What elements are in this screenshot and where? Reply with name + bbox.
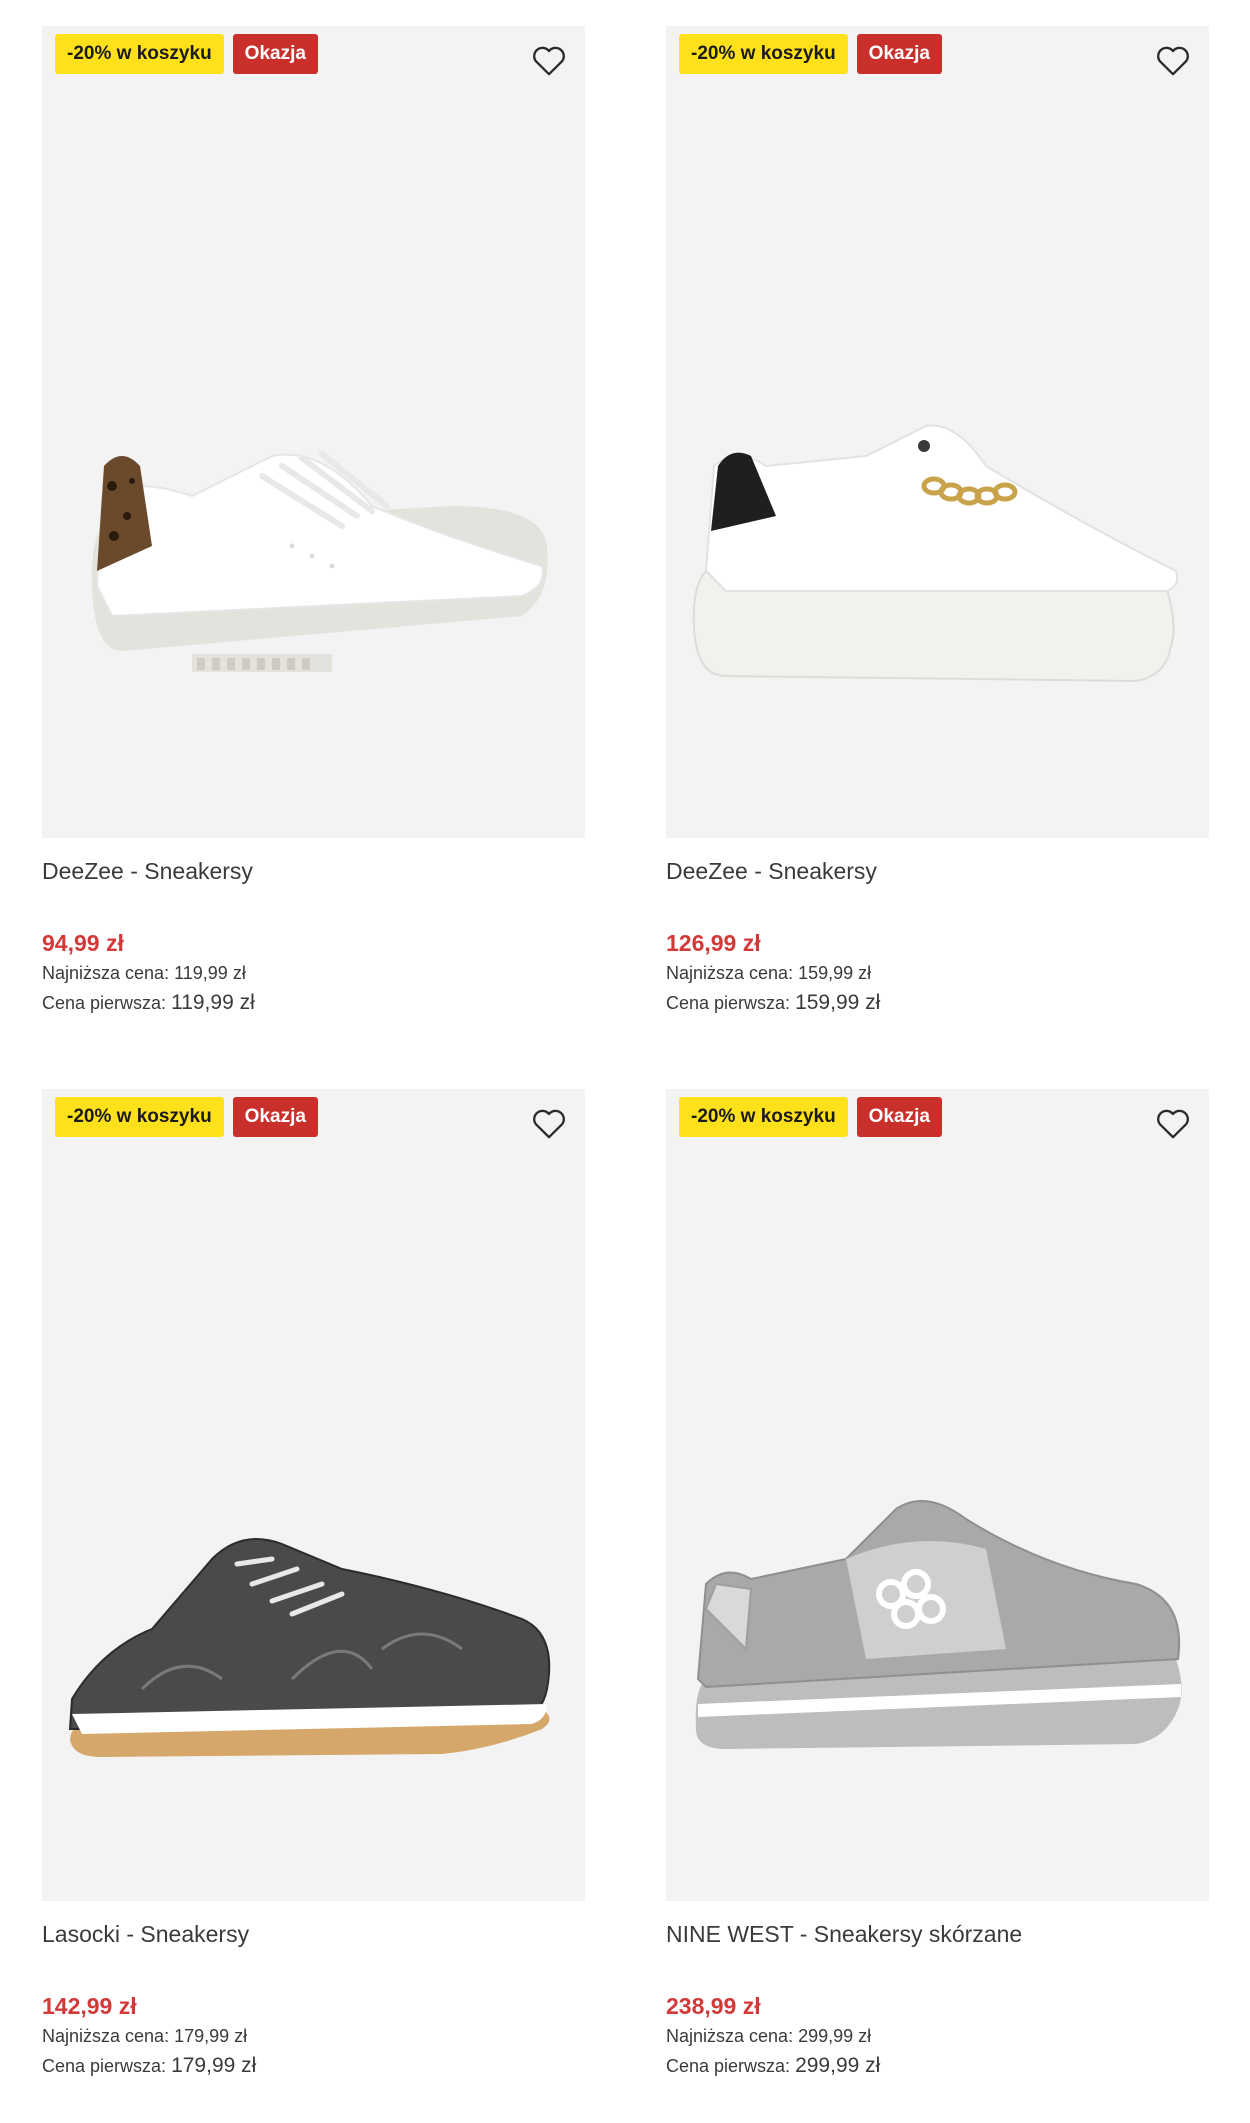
product-image[interactable]: -20% w koszyku Okazja (666, 1089, 1209, 1901)
heart-outline-icon[interactable] (529, 40, 569, 80)
lowest-price-row: Najniższa cena: 299,99 zł (666, 2021, 1209, 2051)
deal-badge: Okazja (856, 1097, 942, 1137)
product-image[interactable]: -20% w koszyku Okazja (42, 1089, 585, 1901)
product-name[interactable]: Lasocki - Sneakersy (42, 1919, 585, 1949)
heart-outline-icon[interactable] (1153, 40, 1193, 80)
product-name[interactable]: NINE WEST - Sneakersy skórzane (666, 1919, 1209, 1949)
first-price-row: Cena pierwsza: 159,99 zł (666, 988, 1209, 1018)
product-price: 238,99 zł (666, 1993, 761, 2019)
product-card[interactable]: -20% w koszyku Okazja NINE WEST - Sneake… (666, 1089, 1209, 2081)
promo-badge: -20% w koszyku (55, 34, 224, 74)
lowest-price-row: Najniższa cena: 119,99 zł (42, 958, 585, 988)
lowest-price-label: Najniższa cena: (42, 2026, 170, 2046)
product-card[interactable]: -20% w koszyku Okazja DeeZee - Sneakersy… (666, 26, 1209, 1018)
lowest-price-label: Najniższa cena: (42, 963, 170, 983)
white-platform-sneaker-chain-image (692, 424, 1179, 683)
lowest-price-value: 119,99 zł (174, 963, 246, 983)
promo-badge: -20% w koszyku (679, 1097, 848, 1137)
first-price-label: Cena pierwsza: (42, 993, 167, 1013)
product-name[interactable]: DeeZee - Sneakersy (666, 856, 1209, 886)
white-platform-sneaker-leopard-image (91, 451, 548, 672)
product-price: 142,99 zł (42, 1993, 137, 2019)
lowest-price-label: Najniższa cena: (666, 2026, 794, 2046)
deal-badge: Okazja (232, 1097, 318, 1137)
product-grid: -20% w koszyku Okazja DeeZee - Sneakersy… (0, 0, 1250, 2123)
promo-badge: -20% w koszyku (55, 1097, 224, 1137)
grey-platform-sneaker-image (695, 1500, 1182, 1749)
deal-badge: Okazja (856, 34, 942, 74)
product-image[interactable]: -20% w koszyku Okazja (42, 26, 585, 838)
first-price-row: Cena pierwsza: 119,99 zł (42, 988, 585, 1018)
lowest-price-value: 159,99 zł (798, 963, 872, 983)
first-price-value: 159,99 zł (795, 991, 881, 1014)
first-price-label: Cena pierwsza: (666, 993, 791, 1013)
product-name[interactable]: DeeZee - Sneakersy (42, 856, 585, 886)
promo-badge: -20% w koszyku (679, 34, 848, 74)
deal-badge: Okazja (232, 34, 318, 74)
lowest-price-label: Najniższa cena: (666, 963, 794, 983)
product-image[interactable]: -20% w koszyku Okazja (666, 26, 1209, 838)
heart-outline-icon[interactable] (1153, 1103, 1193, 1143)
lowest-price-value: 299,99 zł (798, 2026, 872, 2046)
first-price-value: 299,99 zł (795, 2054, 881, 2077)
first-price-row: Cena pierwsza: 299,99 zł (666, 2051, 1209, 2081)
lowest-price-row: Najniższa cena: 159,99 zł (666, 958, 1209, 988)
product-price: 126,99 zł (666, 930, 761, 956)
first-price-value: 119,99 zł (171, 991, 255, 1014)
product-card[interactable]: -20% w koszyku Okazja DeeZee - Sneakersy… (42, 26, 585, 1018)
lowest-price-value: 179,99 zł (174, 2026, 248, 2046)
first-price-label: Cena pierwsza: (42, 2056, 167, 2076)
product-price: 94,99 zł (42, 930, 124, 956)
first-price-row: Cena pierwsza: 179,99 zł (42, 2051, 585, 2081)
heart-outline-icon[interactable] (529, 1103, 569, 1143)
first-price-value: 179,99 zł (171, 2054, 257, 2077)
product-card[interactable]: -20% w koszyku Okazja Lasocki - Sneakers… (42, 1089, 585, 2081)
denim-sneaker-image (68, 1538, 551, 1757)
lowest-price-row: Najniższa cena: 179,99 zł (42, 2021, 585, 2051)
first-price-label: Cena pierwsza: (666, 2056, 791, 2076)
